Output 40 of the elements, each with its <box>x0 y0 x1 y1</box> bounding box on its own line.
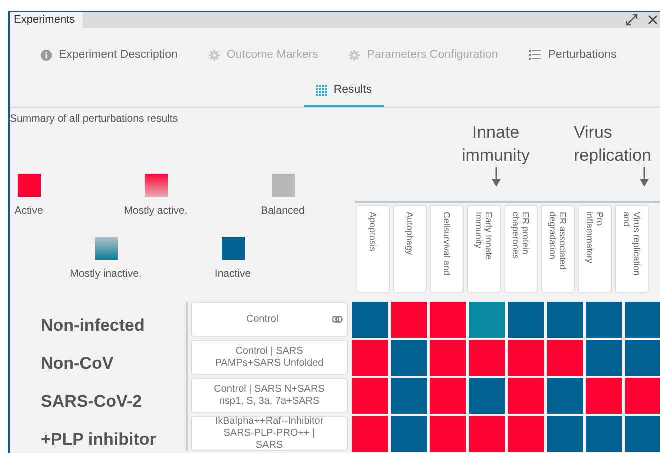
list-icon <box>529 50 542 60</box>
legend-label: Inactive <box>214 268 252 280</box>
legend-label: Active <box>14 205 44 217</box>
legend-label: Mostly inactive. <box>70 268 142 280</box>
perturbation-text: Control <box>246 314 279 326</box>
column-header: Autophagy <box>393 205 427 293</box>
close-icon[interactable] <box>648 15 658 25</box>
results-tab[interactable]: Results <box>304 80 384 107</box>
info-icon <box>41 50 52 60</box>
perturbation-card[interactable]: Control | SARS PAMPs+SARS Unfolded <box>191 340 348 375</box>
expand-icon[interactable] <box>626 14 638 26</box>
perturbation-text: Control | SARS PAMPs+SARS Unfolded <box>214 346 325 370</box>
gear-icon <box>349 50 360 60</box>
row-label: +PLP inhibitor <box>41 430 158 449</box>
perturbation-card[interactable]: Control <box>191 302 348 337</box>
perturbation-card[interactable]: Control | SARS N+SARS nsp1, S, 3a, 7a+SARS <box>191 378 348 413</box>
row-label: SARS-CoV-2 <box>41 392 144 411</box>
summary-text: Summary of all perturbations results <box>10 112 180 127</box>
row-label: Non-infected <box>41 316 146 335</box>
grid-icon <box>316 84 327 96</box>
window-tab[interactable]: Experiments <box>10 12 84 28</box>
perturbation-card[interactable]: IkBalpha++Raf--Inhibitor SARS-PLP-PRO++ | SARS <box>191 416 348 451</box>
down-arrow <box>640 167 649 187</box>
column-header: Early Innate Immunity <box>467 205 501 293</box>
step-tab[interactable]: Perturbations <box>529 45 617 65</box>
column-header: Cellsurvival and <box>430 205 464 293</box>
perturbation-text: Control | SARS N+SARS nsp1, S, 3a, 7a+SARS <box>213 384 326 408</box>
category-label: Virus replication <box>574 122 652 167</box>
legend-label: Balanced <box>261 205 305 217</box>
column-header: Virus replication and <box>615 205 649 293</box>
gear-icon <box>208 50 220 60</box>
row-label: Non-CoV <box>41 354 115 373</box>
down-arrow <box>492 167 500 187</box>
step-tab[interactable]: Experiment Description <box>41 45 178 65</box>
perturbation-text: IkBalpha++Raf--Inhibitor SARS-PLP-PRO++ | SARS <box>214 416 325 452</box>
column-header: ER protein chaperones <box>504 205 538 293</box>
legend-label: Mostly active. <box>124 205 188 217</box>
category-label: Innate immunity <box>460 122 531 167</box>
column-header: Apoptosis <box>356 205 390 293</box>
link-icon[interactable] <box>332 316 343 323</box>
